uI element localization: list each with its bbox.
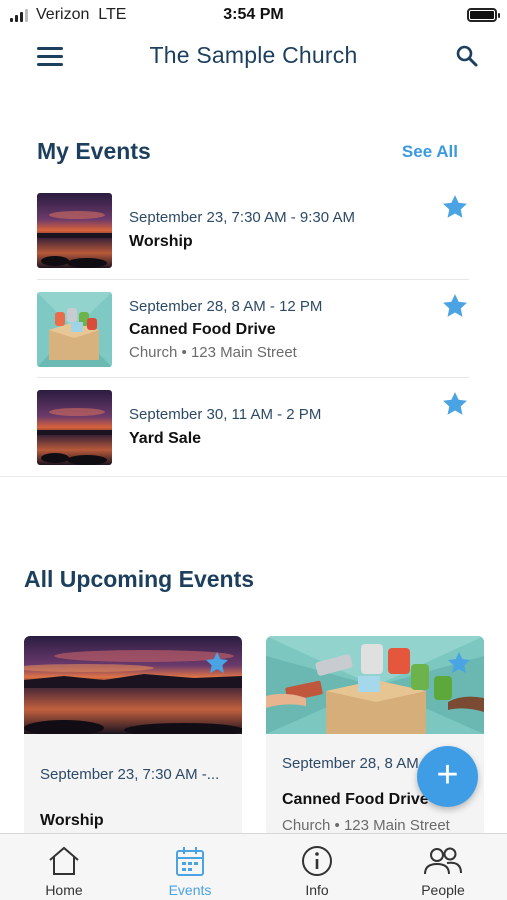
star-icon[interactable] — [441, 292, 469, 320]
my-event-row-yard-sale[interactable]: September 30, 11 AM - 2 PM Yard Sale — [37, 390, 469, 470]
event-card-worship[interactable]: September 23, 7:30 AM -... Worship — [24, 636, 242, 836]
card-event-date: September 28, 8 AM - — [282, 755, 428, 772]
plus-icon: + — [436, 754, 459, 796]
event-name: Canned Food Drive — [129, 321, 276, 338]
tab-label: Info — [305, 882, 329, 898]
event-thumbnail-sunset — [37, 390, 112, 465]
event-thumbnail-food-box — [37, 292, 112, 367]
event-thumbnail-sunset — [37, 193, 112, 268]
my-events-heading: My Events — [37, 138, 151, 164]
my-event-row-worship[interactable]: September 23, 7:30 AM - 9:30 AM Worship — [37, 193, 469, 280]
tab-label: People — [421, 882, 465, 898]
tab-label: Home — [45, 882, 83, 898]
calendar-icon — [176, 847, 204, 876]
event-name: Worship — [129, 233, 193, 250]
tab-people[interactable]: People — [380, 834, 506, 900]
card-event-location: Church • 123 Main Street — [282, 817, 450, 834]
upcoming-events-heading: All Upcoming Events — [24, 566, 255, 592]
event-date: September 23, 7:30 AM - 9:30 AM — [129, 209, 355, 226]
status-time: 3:54 PM — [223, 6, 284, 23]
event-date: September 28, 8 AM - 12 PM — [129, 298, 323, 315]
add-event-button[interactable]: + — [417, 746, 478, 807]
event-location: Church • 123 Main Street — [129, 344, 297, 361]
star-icon[interactable] — [204, 650, 230, 676]
star-icon[interactable] — [441, 193, 469, 221]
card-event-name: Canned Food Drive — [282, 791, 429, 808]
home-icon — [49, 846, 79, 875]
star-icon[interactable] — [446, 650, 472, 676]
event-name: Yard Sale — [129, 430, 202, 447]
tab-label: Events — [168, 882, 212, 898]
status-bar: Verizon LTE 3:54 PM — [0, 0, 507, 30]
star-icon[interactable] — [441, 390, 469, 418]
tab-home[interactable]: Home — [1, 834, 127, 900]
section-divider — [0, 476, 507, 477]
search-icon[interactable] — [455, 44, 479, 68]
my-event-row-canned-food-drive[interactable]: September 28, 8 AM - 12 PM Canned Food D… — [37, 292, 469, 378]
people-icon — [424, 847, 462, 875]
card-event-date: September 23, 7:30 AM -... — [40, 766, 220, 783]
tab-bar: Home Events Info People — [0, 833, 507, 900]
see-all-link[interactable]: See All — [402, 142, 458, 162]
page-title: The Sample Church — [149, 42, 358, 68]
app-header: The Sample Church — [0, 30, 507, 86]
event-date: September 30, 11 AM - 2 PM — [129, 406, 322, 423]
tab-info[interactable]: Info — [254, 834, 380, 900]
card-event-name: Worship — [40, 812, 104, 829]
tab-events[interactable]: Events — [127, 834, 253, 900]
battery-icon — [467, 8, 500, 22]
info-icon — [302, 846, 332, 876]
